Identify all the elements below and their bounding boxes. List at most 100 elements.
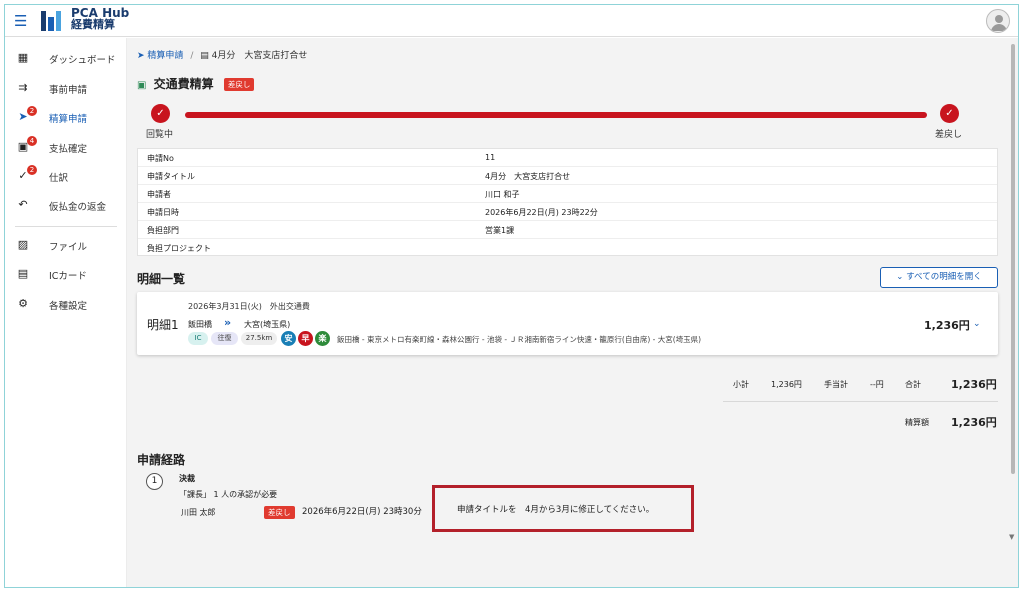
info-row: 申請No 11 [138, 149, 997, 167]
info-row: 申請者 川口 和子 [138, 185, 997, 203]
route-step-number: 1 [146, 473, 163, 490]
info-key: 負担部門 [147, 226, 179, 235]
round-trip-chip: 往復 [211, 332, 238, 345]
sidebar-item-label: ダッシュボード [49, 55, 116, 66]
easy-mark: 楽 [315, 331, 330, 346]
sidebar-item-label: 各種設定 [49, 301, 88, 312]
settle-value: 1,236円 [951, 416, 997, 429]
sidebar-item-pre-request[interactable]: ⇉ 事前申請 [5, 74, 127, 102]
pca-logo [41, 11, 61, 31]
approver-name: 川田 太郎 [181, 508, 216, 517]
sidebar-item-label: 仕訳 [49, 173, 69, 184]
detail-to: 大宮(埼玉県) [244, 320, 291, 329]
fast-mark: 早 [298, 331, 313, 346]
settle-label: 精算額 [905, 418, 929, 427]
sidebar-item-journal[interactable]: ✓ 2 仕訳 [5, 162, 127, 190]
total-value: 1,236円 [951, 378, 997, 391]
page-title-text: 交通費精算 [153, 77, 214, 91]
route-heading: 申請経路 [137, 453, 186, 467]
send-icon: ➤ [137, 51, 145, 61]
badge-count: 2 [27, 165, 37, 175]
info-row: 負担プロジェクト [138, 239, 997, 257]
breadcrumb-current: 4月分 大宮支店打合せ [211, 51, 308, 61]
open-all-details-button[interactable]: ⌄ すべての明細を開く [880, 267, 998, 288]
step-label: 回覧中 [146, 130, 174, 140]
progress-bar [185, 112, 927, 118]
total-label: 合計 [905, 380, 921, 389]
route-datetime: 2026年6月22日(月) 23時30分 [302, 507, 422, 517]
detail-amount: 1,236円 [924, 319, 970, 332]
info-key: 申請者 [147, 190, 171, 199]
info-key: 負担プロジェクト [147, 244, 211, 253]
sidebar-item-label: ICカード [49, 271, 87, 282]
sidebar-item-payment[interactable]: ▣ 4 支払確定 [5, 133, 127, 161]
scrollbar-thumb[interactable] [1011, 44, 1015, 474]
detail-card[interactable]: 2026年3月31日(火) 外出交通費 明細1 飯田橋 » 大宮(埼玉県) IC… [137, 292, 998, 355]
step-label: 差戻し [935, 130, 963, 140]
undo-icon: ↶ [18, 198, 28, 211]
subtotal-label: 小計 [733, 380, 749, 389]
chevron-down-icon: ⌄ [896, 272, 904, 282]
sidebar-item-settlement[interactable]: ➤ 2 精算申請 [5, 103, 127, 131]
sidebar-item-refund[interactable]: ↶ 仮払金の返金 [5, 191, 127, 219]
app-header: ☰ PCA Hub 経費精算 [5, 5, 1018, 37]
totals-divider [723, 401, 998, 402]
info-row: 申請日時 2026年6月22日(月) 23時22分 [138, 203, 997, 221]
info-value: 営業1課 [485, 226, 515, 235]
ic-chip: IC [188, 332, 208, 345]
scrollbar[interactable]: ▼ [1008, 38, 1018, 587]
dashboard-icon: ▦ [17, 51, 29, 64]
main-content: ➤ 精算申請 / ▤ 4月分 大宮支店打合せ ▣ 交通費精算 差戻し ✓ ✓ 回… [127, 38, 1010, 587]
user-avatar-icon[interactable] [986, 9, 1010, 33]
hamburger-icon[interactable]: ☰ [14, 12, 27, 30]
comment-text: 申請タイトルを 4月から3月に修正してください。 [457, 505, 655, 515]
sidebar-item-dashboard[interactable]: ▦ ダッシュボード [5, 44, 127, 72]
brand-subtitle: 経費精算 [71, 18, 115, 31]
sidebar-item-label: 精算申請 [49, 114, 88, 125]
sidebar-item-label: 事前申請 [49, 85, 88, 96]
allowance-label: 手当計 [824, 380, 848, 389]
double-arrow-icon: » [224, 316, 232, 329]
train-icon: ▣ [137, 80, 147, 91]
info-row: 申請タイトル 4月分 大宮支店打合せ [138, 167, 997, 185]
route-step-title: 決裁 [179, 474, 195, 483]
cheap-mark: 安 [281, 331, 296, 346]
detail-route: 飯田橋 - 東京メトロ有楽町線・森林公園行 - 池袋 - ＪＲ湘南新宿ライン快速… [337, 335, 702, 344]
breadcrumb-parent-link[interactable]: 精算申請 [147, 51, 183, 61]
scroll-down-arrow-icon[interactable]: ▼ [1009, 533, 1014, 541]
sidebar-divider [15, 226, 117, 227]
sidebar-item-ic-card[interactable]: ▤ ICカード [5, 260, 127, 288]
badge-count: 2 [27, 106, 37, 116]
info-value: 4月分 大宮支店打合せ [485, 172, 571, 181]
sidebar-item-files[interactable]: ▨ ファイル [5, 231, 127, 259]
sidebar-item-label: ファイル [49, 242, 88, 253]
ic-card-icon: ▤ [17, 267, 29, 280]
step-check-icon: ✓ [940, 104, 959, 123]
info-key: 申請タイトル [147, 172, 195, 181]
chevron-down-icon[interactable]: ⌄ [973, 319, 981, 329]
info-value: 2026年6月22日(月) 23時22分 [485, 208, 598, 217]
breadcrumb-separator: / [190, 51, 194, 61]
status-badge: 差戻し [223, 78, 255, 91]
info-table: 申請No 11 申請タイトル 4月分 大宮支店打合せ 申請者 川口 和子 申請日… [137, 148, 998, 256]
open-all-label: すべての明細を開く [906, 272, 982, 282]
sidebar-item-label: 支払確定 [49, 144, 88, 155]
subtotal-value: 1,236円 [771, 380, 802, 389]
sidebar-item-settings[interactable]: ⚙ 各種設定 [5, 290, 127, 318]
brand: PCA Hub 経費精算 [71, 7, 129, 31]
info-key: 申請No [147, 154, 174, 163]
distance-chip: 27.5km [241, 332, 277, 345]
route-requirement: 「課長」 1 人の承認が必要 [179, 490, 278, 499]
allowance-value: --円 [870, 380, 884, 389]
info-value: 11 [485, 153, 496, 162]
gear-icon: ⚙ [18, 297, 28, 310]
comment-box: 申請タイトルを 4月から3月に修正してください。 [432, 485, 694, 532]
details-heading: 明細一覧 [137, 272, 186, 286]
detail-date: 2026年3月31日(火) 外出交通費 [188, 302, 310, 311]
app-window: ☰ PCA Hub 経費精算 ▦ ダッシュボード ⇉ 事前申請 ➤ 2 精算申請 [4, 4, 1019, 588]
info-key: 申請日時 [147, 208, 179, 217]
image-file-icon: ▨ [17, 238, 29, 251]
breadcrumb: ➤ 精算申請 / ▤ 4月分 大宮支店打合せ [137, 48, 307, 61]
step-check-icon: ✓ [151, 104, 170, 123]
sidebar-item-label: 仮払金の返金 [49, 202, 107, 213]
